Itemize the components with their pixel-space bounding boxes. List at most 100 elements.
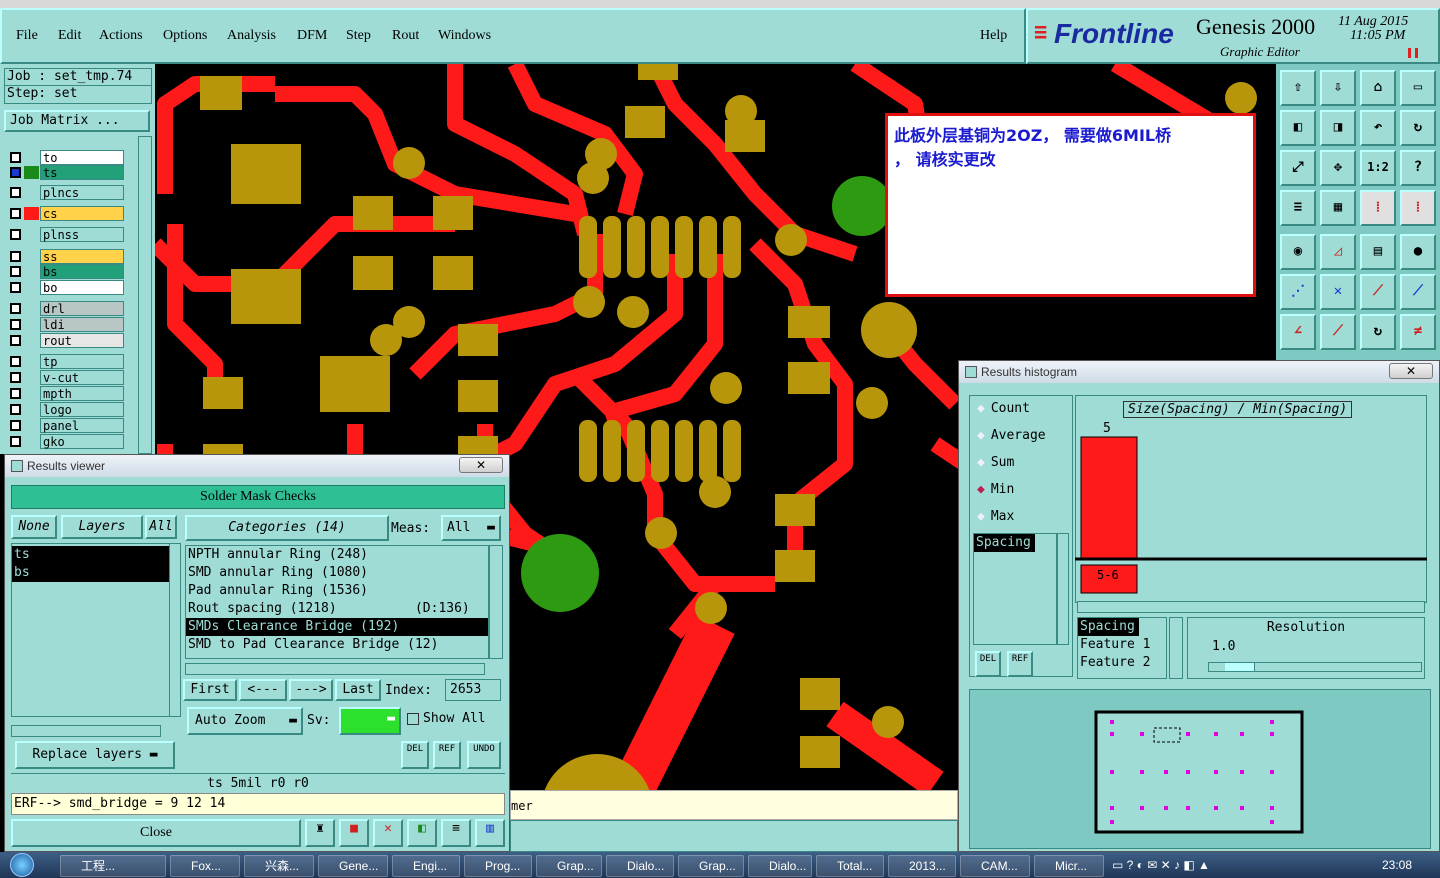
taskbar-item[interactable]: Grap...	[536, 855, 602, 877]
layer-row-gko[interactable]: gko	[8, 434, 124, 449]
layer-checkbox[interactable]	[10, 266, 21, 277]
layer-checkbox[interactable]	[10, 251, 21, 262]
category-list[interactable]: NPTH annular Ring (248) SMD annular Ring…	[185, 545, 489, 659]
ruler-icon[interactable]: ▤	[1360, 234, 1396, 270]
layer-row-ldi[interactable]: ldi	[8, 317, 124, 332]
menu-analysis[interactable]: Analysis	[227, 28, 276, 44]
taskbar-item[interactable]: Fox...	[170, 855, 240, 877]
histogram-list[interactable]: Spacing	[973, 533, 1057, 645]
layer-row-to[interactable]: to	[8, 150, 124, 165]
option-sum[interactable]: ◆ Sum	[977, 455, 1014, 470]
taskbar-item[interactable]: 工程...	[60, 855, 166, 877]
last-button[interactable]: Last	[335, 679, 381, 701]
layer-row-rout[interactable]: rout	[8, 333, 124, 348]
list-item[interactable]: Spacing	[1078, 618, 1139, 636]
tool-icon[interactable]: ♜	[305, 819, 335, 847]
taskbar-item[interactable]: 兴森...	[244, 855, 314, 877]
tool-icon[interactable]: ⇩	[1320, 70, 1356, 106]
tool-icon[interactable]: ◨	[1320, 110, 1356, 146]
layer-checkbox[interactable]	[10, 420, 21, 431]
next-button[interactable]: --->	[289, 679, 333, 701]
layer-row-drl[interactable]: drl	[8, 301, 124, 316]
list-item[interactable]: Feature 2	[1078, 654, 1166, 672]
tool-icon[interactable]: ≠	[1400, 314, 1436, 350]
layer-checkbox[interactable]	[10, 229, 21, 240]
zoom-1to2-icon[interactable]: 1:2	[1360, 150, 1396, 186]
rotate-icon[interactable]: ↻	[1360, 314, 1396, 350]
layer-row-ss[interactable]: ss	[8, 249, 124, 264]
taskbar-item[interactable]: Dialo...	[748, 855, 812, 877]
tool-icon[interactable]: ⋰	[1280, 274, 1316, 310]
layer-row-panel[interactable]: panel	[8, 418, 124, 433]
taskbar-item[interactable]: Gene...	[318, 855, 388, 877]
field-scrollbar[interactable]	[1169, 617, 1183, 679]
layer-row-tp[interactable]: tp	[8, 354, 124, 369]
layer-checkbox[interactable]	[10, 436, 21, 447]
field-list[interactable]: Spacing Feature 1 Feature 2	[1077, 617, 1167, 679]
layer-scrollbar[interactable]	[138, 136, 152, 454]
taskbar-item[interactable]: Prog...	[464, 855, 532, 877]
menu-dfm[interactable]: DFM	[297, 28, 327, 44]
radio-icon[interactable]: ◆	[977, 455, 985, 470]
list-item[interactable]: SMD to Pad Clearance Bridge (12)	[186, 636, 488, 654]
tool-icon[interactable]: ≡	[1280, 190, 1316, 226]
del-button[interactable]: DEL	[975, 651, 1001, 677]
tool-icon[interactable]: ◉	[1280, 234, 1316, 270]
tool-icon[interactable]: ■	[339, 819, 369, 847]
histogram-bar[interactable]	[1080, 436, 1138, 560]
menu-file[interactable]: File	[16, 28, 38, 44]
taskbar-item[interactable]: Total...	[816, 855, 884, 877]
option-count[interactable]: ◆ Count	[977, 401, 1030, 416]
histogram-list-scrollbar[interactable]	[1057, 533, 1069, 645]
grid-icon[interactable]: ▦	[1320, 190, 1356, 226]
close-button[interactable]: Close	[11, 819, 301, 847]
layer-row-bs[interactable]: bs	[8, 264, 124, 279]
tool-icon[interactable]: ◧	[1280, 110, 1316, 146]
layers-button[interactable]: Layers	[61, 515, 143, 539]
tool-icon[interactable]: ⟋	[1360, 274, 1396, 310]
layer-results-list[interactable]: ts bs	[11, 543, 171, 717]
layer-checkbox[interactable]	[10, 187, 21, 198]
taskbar-item[interactable]: Engi...	[392, 855, 460, 877]
tool-icon[interactable]: ⁞	[1400, 190, 1436, 226]
tool-icon[interactable]: ◿	[1320, 234, 1356, 270]
close-icon[interactable]: ✕	[1389, 363, 1433, 379]
sv-color-dropdown[interactable]: ▬	[339, 707, 401, 735]
show-all-checkbox[interactable]	[407, 713, 419, 725]
list-item[interactable]: ts	[12, 546, 170, 564]
layer-row-cs[interactable]: cs	[8, 206, 124, 221]
option-min[interactable]: ◆ Min	[977, 482, 1014, 497]
layer-checkbox[interactable]	[10, 356, 21, 367]
layer-checkbox[interactable]	[10, 319, 21, 330]
replace-layers-dropdown[interactable]: Replace layers ▬	[15, 741, 175, 769]
layer-checkbox[interactable]	[10, 282, 21, 293]
none-button[interactable]: None	[11, 515, 57, 539]
histogram-icon[interactable]: ▥	[475, 819, 505, 847]
tool-icon[interactable]: ⟋	[1320, 314, 1356, 350]
resolution-slider[interactable]	[1208, 662, 1422, 672]
tool-icon[interactable]: ⁞	[1360, 190, 1396, 226]
layer-checkbox[interactable]	[10, 335, 21, 346]
meas-dropdown[interactable]: All ▬	[441, 515, 501, 541]
layer-list-scrollbar[interactable]	[169, 543, 181, 717]
layer-row-mpth[interactable]: mpth	[8, 386, 124, 401]
list-item[interactable]: SMDs Clearance Bridge (192)	[186, 618, 488, 636]
layer-checkbox[interactable]	[10, 404, 21, 415]
menu-help[interactable]: Help	[980, 28, 1007, 44]
list-item[interactable]: Rout spacing (1218) (D:136)	[186, 600, 488, 618]
menu-step[interactable]: Step	[346, 28, 371, 44]
tool-icon[interactable]: ◧	[407, 819, 437, 847]
tool-icon[interactable]: ●	[1400, 234, 1436, 270]
layer-row-ts[interactable]: ts	[8, 165, 124, 180]
report-icon[interactable]: ≡	[441, 819, 471, 847]
tool-icon[interactable]: ✕	[373, 819, 403, 847]
menu-rout[interactable]: Rout	[392, 28, 419, 44]
all-button[interactable]: All	[145, 515, 177, 539]
help-icon[interactable]: ?	[1400, 150, 1436, 186]
list-item[interactable]: Spacing	[974, 534, 1035, 552]
option-average[interactable]: ◆ Average	[977, 428, 1046, 443]
ref-button[interactable]: REF	[1007, 651, 1033, 677]
layer-row-plnss[interactable]: plnss	[8, 227, 124, 242]
radio-icon[interactable]: ◆	[977, 428, 985, 443]
zoom-center-icon[interactable]: ✥	[1320, 150, 1356, 186]
